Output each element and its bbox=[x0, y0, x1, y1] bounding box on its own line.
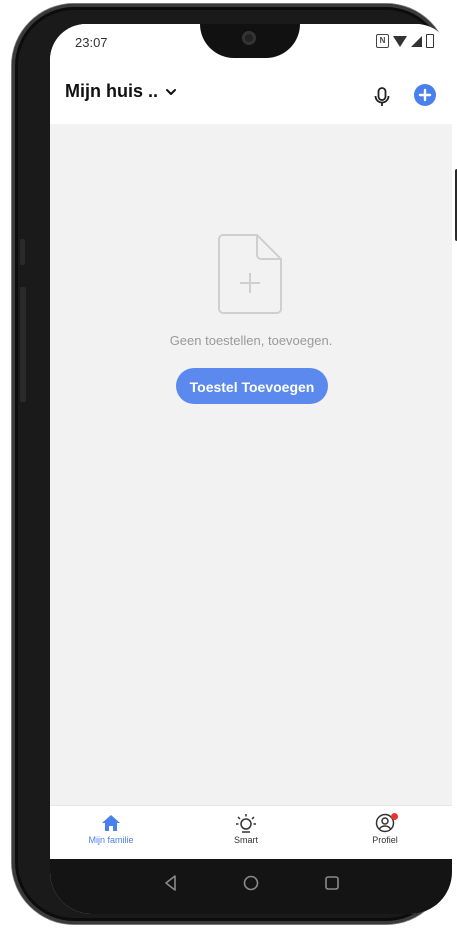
back-icon[interactable] bbox=[159, 871, 183, 895]
recents-icon[interactable] bbox=[320, 871, 344, 895]
tab-smart[interactable]: Smart bbox=[196, 806, 296, 860]
battery-icon bbox=[426, 34, 434, 48]
home-selector[interactable]: Mijn huis .. bbox=[65, 81, 178, 102]
tab-profiel[interactable]: Profiel bbox=[335, 806, 435, 860]
camera-icon bbox=[242, 31, 256, 45]
home-icon bbox=[102, 815, 120, 831]
home-circle-icon[interactable] bbox=[239, 871, 263, 895]
tab-mijn-familie[interactable]: Mijn familie bbox=[61, 806, 161, 860]
home-title: Mijn huis .. bbox=[65, 81, 158, 101]
system-nav-bar bbox=[50, 859, 452, 914]
phone-screen: 23:07 N Mijn huis .. Geen toestellen, to… bbox=[50, 24, 452, 914]
sun-icon bbox=[236, 814, 256, 833]
nfc-icon: N bbox=[376, 34, 389, 48]
tab-label: Smart bbox=[233, 835, 258, 845]
empty-document-plus-icon bbox=[218, 234, 282, 314]
tab-label: Profiel bbox=[372, 835, 398, 845]
notch bbox=[200, 24, 300, 58]
status-time: 23:07 bbox=[75, 35, 108, 50]
volume-button bbox=[20, 287, 26, 402]
side-button bbox=[20, 239, 25, 265]
status-bar: 23:07 N bbox=[50, 24, 452, 64]
add-button[interactable] bbox=[414, 84, 436, 106]
notification-badge bbox=[391, 813, 398, 820]
tab-label: Mijn familie bbox=[88, 835, 134, 845]
microphone-icon[interactable] bbox=[370, 85, 394, 109]
status-icons: N bbox=[376, 34, 434, 48]
add-device-button[interactable]: Toestel Toevoegen bbox=[176, 368, 328, 404]
signal-icon bbox=[411, 35, 422, 47]
empty-state-message: Geen toestellen, toevoegen. bbox=[169, 333, 333, 348]
chevron-down-icon bbox=[166, 88, 176, 95]
tab-bar: Mijn familie Smart Profiel bbox=[50, 805, 452, 860]
plus-icon bbox=[418, 88, 432, 102]
app-header: Mijn huis .. bbox=[50, 64, 452, 124]
wifi-icon bbox=[393, 35, 407, 47]
phone-frame: 23:07 N Mijn huis .. Geen toestellen, to… bbox=[12, 4, 457, 924]
